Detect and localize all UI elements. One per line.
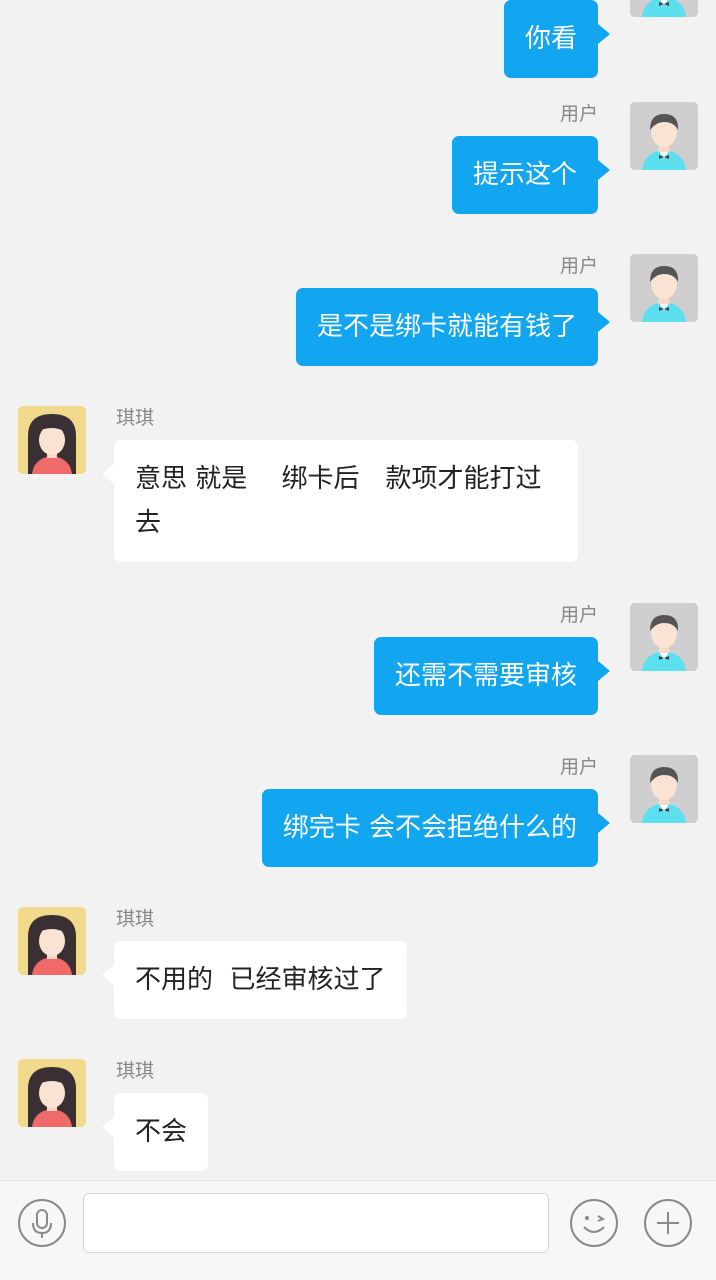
agent-avatar[interactable] bbox=[18, 907, 86, 975]
user-avatar[interactable] bbox=[630, 755, 698, 823]
emoji-button[interactable] bbox=[570, 1199, 618, 1247]
sender-name: 琪琪 bbox=[116, 908, 155, 930]
message-bubble-incoming[interactable]: 不会 bbox=[101, 1093, 209, 1171]
message-bubble-incoming[interactable]: 意思 就是 绑卡后 款项才能打过去 bbox=[102, 440, 578, 562]
smiley-icon bbox=[583, 1215, 606, 1233]
chat-area[interactable]: 你看 用户 提示这个 用户 是不是绑卡就能有钱了 琪琪 意思 就是 绑卡后 款项… bbox=[0, 0, 716, 1180]
sender-name: 琪琪 bbox=[116, 1060, 155, 1082]
message-bubble-outgoing[interactable]: 绑完卡 会不会拒绝什么的 bbox=[261, 789, 611, 867]
message-bubble-outgoing[interactable]: 你看 bbox=[503, 0, 611, 78]
plus-icon bbox=[657, 1212, 679, 1234]
message-bubble-outgoing[interactable]: 是不是绑卡就能有钱了 bbox=[295, 288, 611, 366]
user-avatar[interactable] bbox=[630, 254, 698, 322]
user-avatar[interactable] bbox=[630, 102, 698, 170]
input-bar bbox=[0, 1180, 716, 1280]
message-bubble-outgoing[interactable]: 还需不需要审核 bbox=[373, 637, 611, 715]
sender-name: 琪琪 bbox=[116, 407, 155, 429]
message-input[interactable] bbox=[83, 1193, 549, 1253]
message-bubble-incoming[interactable]: 不用的 已经审核过了 bbox=[102, 941, 407, 1019]
agent-avatar[interactable] bbox=[18, 1059, 86, 1127]
sender-name: 用户 bbox=[559, 604, 598, 626]
sender-name: 用户 bbox=[559, 255, 598, 277]
message-bubble-outgoing[interactable]: 提示这个 bbox=[451, 136, 611, 214]
user-avatar[interactable] bbox=[630, 0, 698, 17]
voice-button[interactable] bbox=[18, 1199, 66, 1247]
more-button[interactable] bbox=[644, 1199, 692, 1247]
sender-name: 用户 bbox=[559, 756, 598, 778]
sender-name: 用户 bbox=[559, 103, 598, 125]
agent-avatar[interactable] bbox=[18, 406, 86, 474]
microphone-icon bbox=[32, 1209, 52, 1238]
user-avatar[interactable] bbox=[630, 603, 698, 671]
